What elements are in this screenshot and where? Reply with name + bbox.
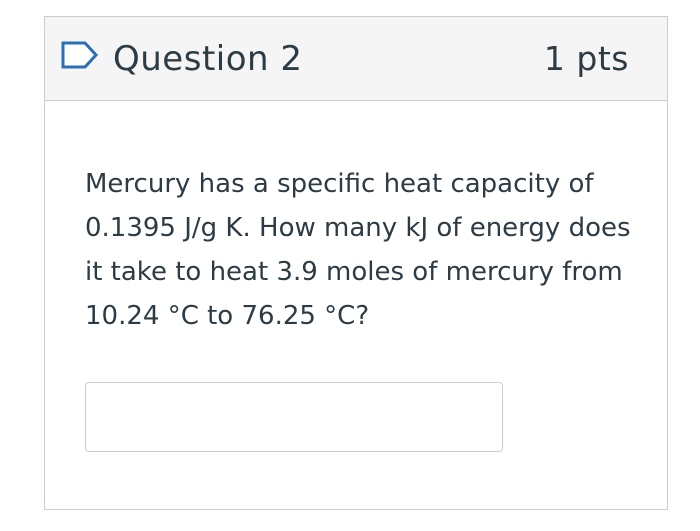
answer-input[interactable]	[85, 382, 503, 452]
question-points: 1 pts	[543, 39, 629, 78]
flag-icon[interactable]	[61, 41, 99, 69]
question-card: Question 2 1 pts Mercury has a specific …	[44, 16, 668, 510]
question-title: Question 2	[113, 39, 303, 79]
question-text: Mercury has a specific heat capacity of …	[85, 169, 631, 331]
question-header: Question 2 1 pts	[45, 17, 667, 101]
